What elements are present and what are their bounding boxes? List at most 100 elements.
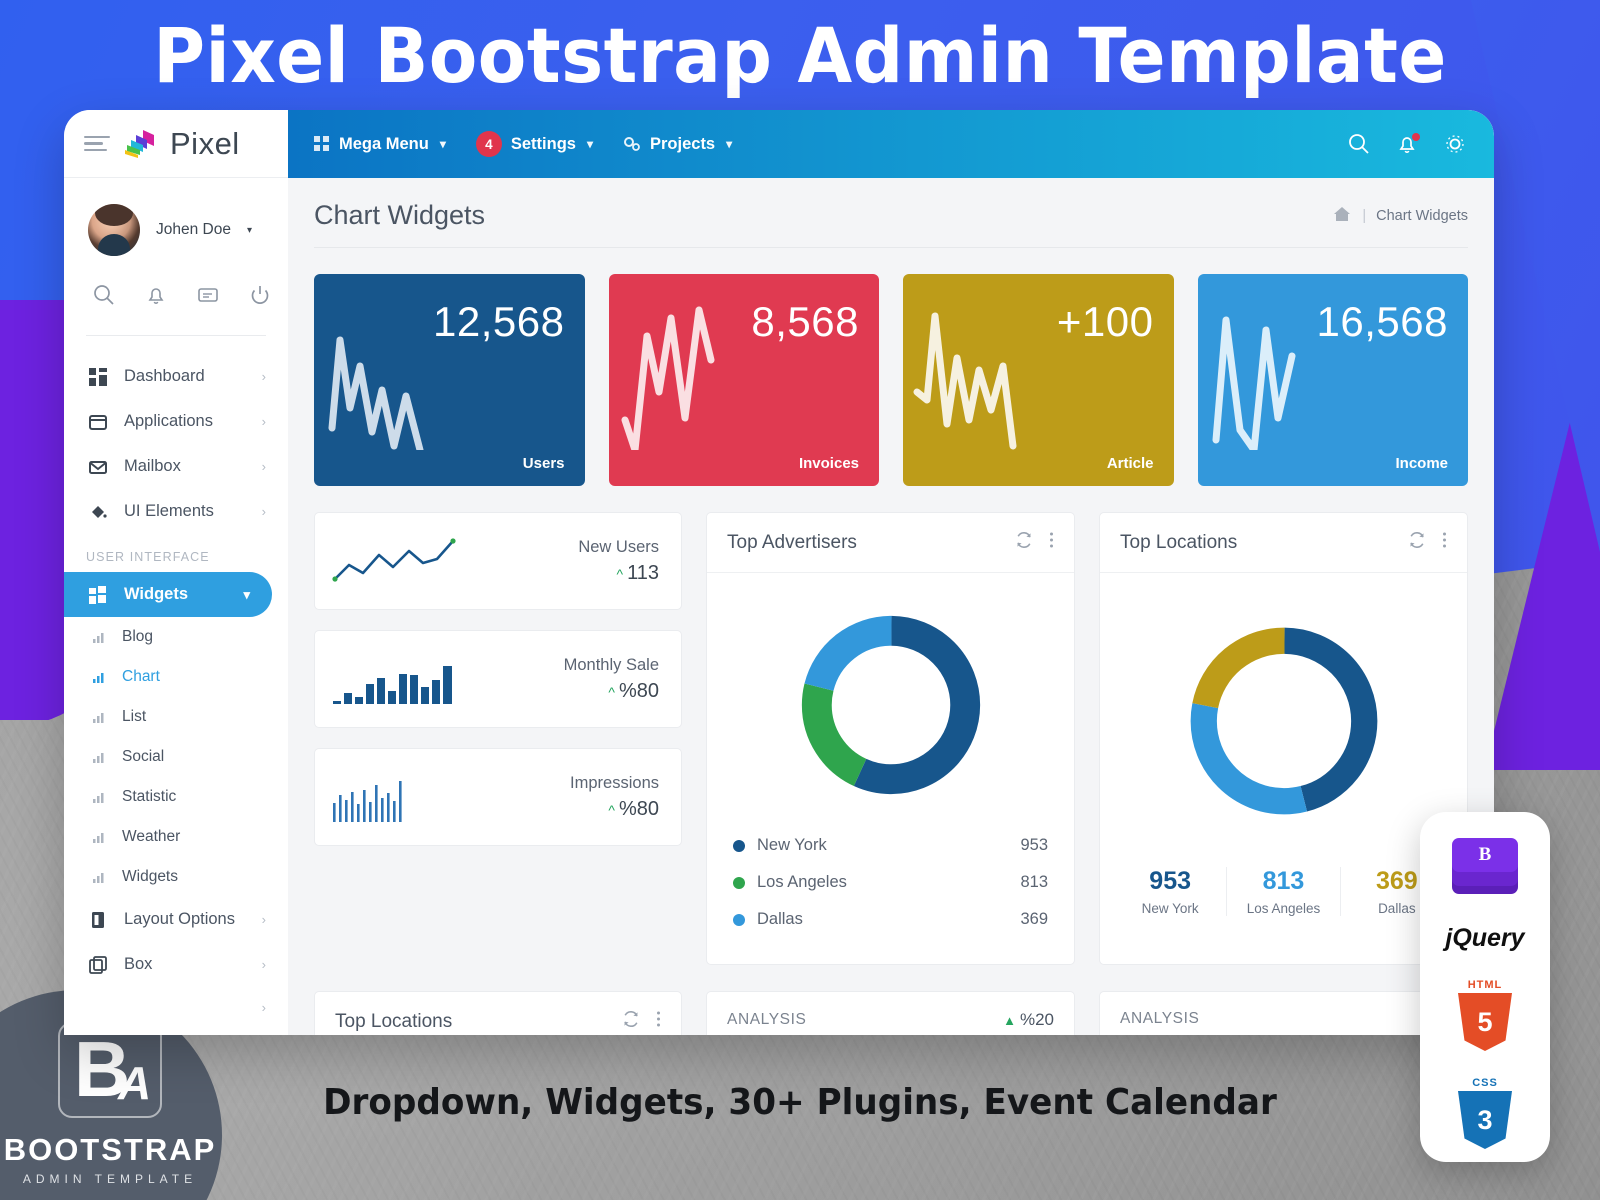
refresh-icon[interactable]: [1015, 531, 1033, 554]
stat-value-income: 16,568: [1316, 298, 1448, 345]
grid-icon: [314, 136, 329, 151]
nav-item-mega-menu[interactable]: Mega Menu ▾: [314, 135, 446, 154]
stat-card-article[interactable]: +100 Article: [903, 274, 1174, 486]
panel-actions: [1408, 531, 1447, 554]
sidebar-label-applications: Applications: [124, 412, 213, 430]
mini-title-impressions: Impressions: [570, 773, 659, 792]
legend-row: Dallas 369: [733, 901, 1048, 938]
chevron-down-icon: ▾: [726, 137, 733, 151]
gears-icon: [624, 137, 640, 151]
app-window: Pixel Mega Menu ▾ 4 Settings ▾ Projects …: [64, 110, 1494, 1035]
stat-value-article: +100: [1056, 298, 1154, 345]
mini-value-new-users: ^ 113: [616, 561, 659, 584]
stat-card-income[interactable]: 16,568 Income: [1197, 274, 1468, 486]
top-advertisers-legend: New York 953 Los Angeles 813 Dallas 369: [707, 821, 1074, 964]
stat-value-users: 12,568: [433, 298, 565, 345]
sidebar-subitem-widgets[interactable]: Widgets: [64, 857, 288, 897]
more-vertical-icon[interactable]: [1442, 531, 1447, 554]
legend-dot: [733, 839, 745, 852]
breadcrumb: | Chart Widgets: [1332, 205, 1468, 227]
box-icon: [88, 955, 108, 974]
panel-title-top-advertisers: Top Advertisers: [727, 531, 857, 553]
bell-icon[interactable]: [1396, 133, 1420, 155]
nav-item-projects[interactable]: Projects ▾: [623, 135, 732, 154]
sidebar-item-widgets[interactable]: Widgets ▾: [64, 572, 272, 617]
stat-card-invoices[interactable]: 8,568 Invoices: [608, 274, 879, 486]
tech-badges-panel: B jQuery HTML 5 CSS 3: [1420, 812, 1550, 1162]
nav-item-settings[interactable]: 4 Settings ▾: [475, 131, 593, 157]
user-profile[interactable]: Johen Doe ▾: [64, 196, 288, 256]
hero-title: Pixel Bootstrap Admin Template: [153, 11, 1447, 100]
mini-widget-monthly-sale[interactable]: Monthly Sale ^ %80: [314, 630, 682, 728]
sidebar-item-layout-options[interactable]: Layout Options ›: [64, 897, 288, 942]
sidebar-item-mailbox[interactable]: Mailbox ›: [64, 444, 288, 489]
sidebar-section-label: USER INTERFACE: [86, 550, 210, 564]
chart-small-icon: [92, 871, 106, 883]
sidebar-subitem-chart[interactable]: Chart: [64, 657, 288, 697]
legend-value: 813: [1020, 873, 1048, 891]
widgets-icon: [88, 585, 108, 604]
sidebar-item-ui-elements[interactable]: UI Elements ›: [64, 489, 288, 534]
sidebar-subitem-blog[interactable]: Blog: [64, 617, 288, 657]
chevron-down-icon: ▾: [586, 137, 593, 151]
mini-title-new-users: New Users: [578, 537, 659, 556]
sidebar-subitem-statistic[interactable]: Statistic: [64, 777, 288, 817]
sidebar-menu: Dashboard › Applications › Mailbox › UI …: [64, 336, 288, 1028]
hamburger-icon[interactable]: [84, 135, 110, 152]
power-icon[interactable]: [249, 284, 271, 311]
breadcrumb-current: Chart Widgets: [1376, 207, 1468, 224]
chat-icon[interactable]: [197, 284, 219, 311]
home-icon[interactable]: [1332, 205, 1352, 227]
sidebar-item-dashboard[interactable]: Dashboard ›: [64, 354, 288, 399]
panel-title-bottom-locations: Top Locations: [335, 1010, 453, 1032]
top-bar: Pixel Mega Menu ▾ 4 Settings ▾ Projects …: [64, 110, 1494, 178]
sidebar-item-more[interactable]: ›: [64, 987, 288, 1028]
sidebar-subitem-list[interactable]: List: [64, 697, 288, 737]
html5-digit: 5: [1458, 993, 1512, 1051]
window-icon: [88, 413, 108, 431]
nav-label-projects: Projects: [650, 134, 716, 153]
hero-caption: Dropdown, Widgets, 30+ Plugins, Event Ca…: [323, 1082, 1277, 1123]
app-body: Johen Doe ▾ Dashboard › Applications › M…: [64, 178, 1494, 1035]
sidebar-sublabel-weather: Weather: [122, 828, 181, 845]
panel-bottom-top-locations: Top Locations: [314, 991, 682, 1035]
sidebar-sublabel-widgets: Widgets: [122, 868, 178, 885]
sidebar-label-widgets: Widgets: [124, 585, 189, 603]
panel-header: ANALYSIS: [1100, 992, 1467, 1035]
analysis-value: ▲ %20: [1003, 1010, 1054, 1029]
mini-widget-new-users[interactable]: New Users ^ 113: [314, 512, 682, 610]
mini-widget-text: Monthly Sale ^ %80: [564, 656, 659, 703]
sidebar-item-box[interactable]: Box ›: [64, 942, 288, 987]
impressions-barchart: [331, 769, 461, 825]
sidebar-item-applications[interactable]: Applications ›: [64, 399, 288, 444]
bell-icon[interactable]: [145, 284, 167, 311]
page-title: Chart Widgets: [314, 200, 486, 230]
avatar: [88, 204, 140, 256]
refresh-icon[interactable]: [622, 1010, 640, 1033]
chevron-down-icon: ▾: [439, 137, 446, 151]
sidebar-subitem-social[interactable]: Social: [64, 737, 288, 777]
search-icon[interactable]: [1348, 133, 1370, 155]
sidebar-subitem-weather[interactable]: Weather: [64, 817, 288, 857]
mini-widget-impressions[interactable]: Impressions ^ %80: [314, 748, 682, 846]
jquery-logo: jQuery: [1445, 924, 1525, 952]
css3-logo: CSS 3: [1454, 1077, 1516, 1149]
gear-icon[interactable]: [1444, 133, 1466, 155]
search-icon[interactable]: [93, 284, 115, 311]
stat-label-users: Users: [522, 455, 565, 472]
mini-widget-column: New Users ^ 113 Monthly Sale ^ %80 Impre…: [314, 512, 682, 965]
panel-title-top-locations: Top Locations: [1120, 531, 1238, 553]
more-vertical-icon[interactable]: [1049, 531, 1054, 554]
panel-header: ANALYSIS ▲ %20: [707, 992, 1074, 1035]
chevron-right-icon: ›: [261, 957, 266, 972]
nav-label-mega-menu: Mega Menu: [339, 134, 429, 153]
chart-small-icon: [92, 791, 106, 803]
trend-up-icon: ^: [608, 683, 615, 700]
legend-name: New York: [757, 836, 827, 854]
stat-card-users[interactable]: 12,568 Users: [314, 274, 585, 486]
more-vertical-icon[interactable]: [656, 1010, 661, 1033]
mini-value-monthly-sale: ^ %80: [608, 679, 659, 702]
panel-analysis-2: ANALYSIS: [1099, 991, 1468, 1035]
sidebar: Johen Doe ▾ Dashboard › Applications › M…: [64, 178, 288, 1035]
refresh-icon[interactable]: [1408, 531, 1426, 554]
